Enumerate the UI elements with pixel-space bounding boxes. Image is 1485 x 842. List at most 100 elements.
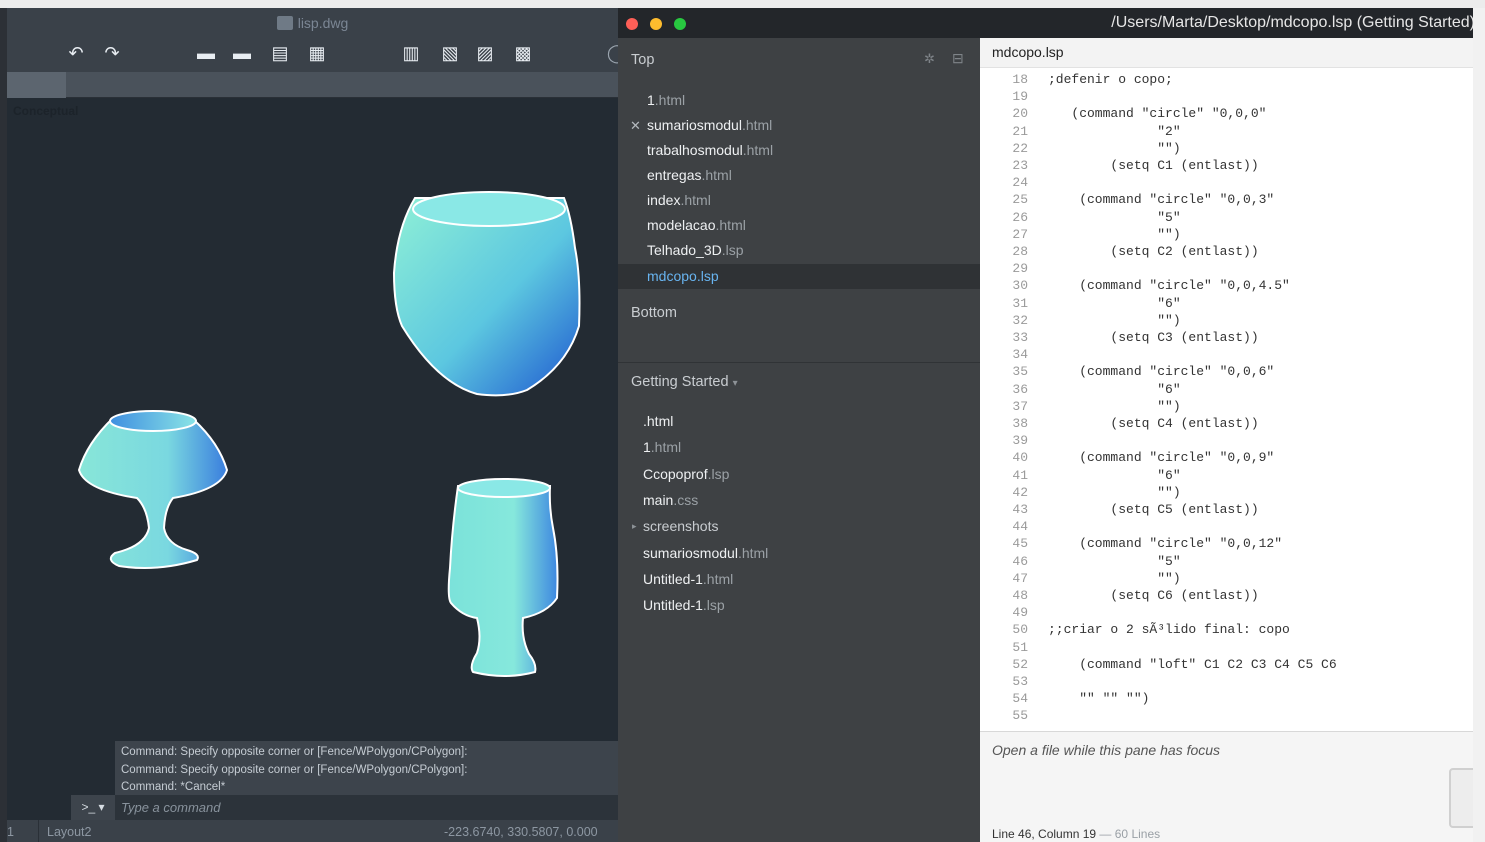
open-file-item-active[interactable]: mdcopo.lsp	[618, 264, 980, 289]
open-file-item[interactable]: Telhado_3D.lsp	[618, 238, 980, 263]
line-number: 23	[1012, 158, 1028, 173]
line-number: 19	[1012, 89, 1028, 105]
code-line: "")	[1048, 140, 1181, 156]
undo-icon[interactable]: ↶	[65, 42, 87, 64]
line-number: 27	[1012, 226, 1028, 242]
open-file-item[interactable]: index.html	[618, 188, 980, 213]
project-dropdown[interactable]: Getting Started ▾	[631, 374, 738, 390]
line-number: 36	[1012, 381, 1028, 397]
folder-name: screenshots	[643, 518, 719, 534]
close-icon[interactable]: ✕	[630, 113, 641, 138]
project-file-item[interactable]: sumariosmodul.html	[618, 541, 980, 566]
file-name: main	[643, 492, 674, 508]
line-number: 52	[1012, 656, 1028, 672]
chevron-right-icon: ▸	[632, 521, 637, 531]
open-file-item[interactable]: ✕ sumariosmodul.html	[618, 113, 980, 138]
file-name: Telhado_3D	[647, 242, 722, 258]
working-files-bottom-label: Bottom	[631, 305, 677, 321]
cad-titlebar: lisp.dwg	[7, 8, 618, 34]
command-input[interactable]: Type a command	[121, 795, 611, 820]
cad-toolbar: ↶ ↷ ▬ ▬ ▤ ▦ ▥ ▧ ▨ ▩ ◯	[7, 34, 618, 72]
line-number: 44	[1012, 519, 1028, 535]
file-name: index	[647, 192, 681, 208]
code-line: (command "circle" "0,0,4.5"	[1048, 278, 1290, 294]
redo-icon[interactable]: ↷	[101, 42, 123, 64]
file-name: trabalhosmodul	[647, 142, 743, 158]
code-area[interactable]: 18 ;defenir o copo; 19 20 (command "circle"…	[980, 71, 1473, 731]
model-viewport[interactable]: Conceptual	[7, 98, 618, 738]
file-ext: .lsp	[721, 242, 744, 258]
open-file-item[interactable]: entregas.html	[618, 163, 980, 188]
project-file-item[interactable]: 1.html	[618, 435, 980, 460]
close-window-button[interactable]	[626, 18, 638, 30]
gear-icon[interactable]: ✲	[924, 51, 935, 67]
command-history-line: Command: Specify opposite corner or [Fen…	[121, 746, 468, 758]
cad-title-text: lisp.dwg	[297, 15, 349, 31]
code-line: (setq C6 (entlast))	[1048, 588, 1259, 603]
export-icon[interactable]: ▧	[439, 42, 461, 64]
project-folder-item[interactable]: ▸ screenshots	[618, 514, 980, 539]
editor-logo-icon	[1449, 768, 1473, 828]
line-number: 25	[1012, 192, 1028, 208]
glass-shape-tall	[447, 485, 559, 677]
sidebar: Top ✲ ⊟ 1.html ✕ sumariosmodul.html traba…	[618, 38, 980, 842]
publish-web-icon[interactable]: ▩	[512, 42, 534, 64]
line-number: 47	[1012, 570, 1028, 586]
working-files-top-label: Top	[631, 52, 655, 68]
line-number: 49	[1012, 605, 1028, 621]
import-icon[interactable]: ▥	[400, 42, 422, 64]
cad-tab-start[interactable]	[7, 72, 66, 98]
share-folder-icon[interactable]: ▨	[474, 42, 496, 64]
code-line: ;defenir o copo;	[1048, 72, 1173, 87]
open-file-item[interactable]: modelacao.html	[618, 213, 980, 238]
project-file-item[interactable]: Untitled-1.lsp	[618, 593, 980, 618]
layout-tab-partial[interactable]: 1	[7, 820, 14, 842]
file-ext: .lsp	[707, 466, 730, 482]
line-number: 38	[1012, 416, 1028, 431]
file-name: .html	[643, 413, 674, 429]
open-file-item[interactable]: 1.html	[618, 88, 980, 113]
line-number: 29	[1012, 261, 1028, 277]
command-history-line: Command: Specify opposite corner or [Fen…	[121, 763, 468, 776]
code-line: (setq C3 (entlast))	[1048, 330, 1259, 345]
copy-clip-icon[interactable]: ▤	[269, 42, 291, 64]
cad-status-bar: 1 Layout2 -223.6740, 330.5807, 0.000	[7, 820, 618, 842]
file-ext: .lsp	[702, 597, 725, 613]
project-name: Getting Started	[631, 374, 729, 390]
project-file-item[interactable]: main.css	[618, 488, 980, 513]
line-number: 45	[1012, 536, 1028, 552]
line-number: 39	[1012, 433, 1028, 449]
line-number: 43	[1012, 502, 1028, 517]
search-icon[interactable]: ◯	[606, 42, 618, 64]
print-icon[interactable]: ▬	[195, 42, 217, 64]
sidebar-divider	[618, 362, 980, 363]
code-line: ;;criar o 2 sÃ³lido final: copo	[1048, 622, 1290, 638]
line-number: 48	[1012, 588, 1028, 603]
line-number: 18	[1012, 72, 1028, 87]
command-history-line: Command: *Cancel*	[121, 781, 226, 793]
split-view-icon[interactable]: ⊟	[952, 50, 964, 67]
project-file-item[interactable]: Untitled-1.html	[618, 567, 980, 592]
file-name: modelacao	[647, 217, 716, 233]
command-prompt-button[interactable]: >_ ▾	[71, 795, 115, 820]
window-edge	[0, 8, 7, 842]
code-line: "6"	[1048, 467, 1181, 483]
document-edit-icon[interactable]: ▦	[306, 42, 328, 64]
line-number: 20	[1012, 106, 1028, 122]
zoom-window-button[interactable]	[674, 18, 686, 30]
model-3d-graphics	[77, 191, 581, 677]
layout-tab[interactable]: Layout2	[38, 820, 99, 842]
code-line: "" "" "")	[1048, 691, 1150, 707]
code-line: "")	[1048, 484, 1181, 500]
code-line: "")	[1048, 312, 1181, 328]
open-file-item[interactable]: trabalhosmodul.html	[618, 138, 980, 163]
plot-icon[interactable]: ▬	[231, 42, 253, 64]
project-file-item[interactable]: .html	[618, 409, 980, 434]
coordinates-readout: -223.6740, 330.5807, 0.000	[444, 825, 598, 839]
code-line: "5"	[1048, 553, 1181, 569]
minimize-window-button[interactable]	[650, 18, 662, 30]
file-name: entregas	[647, 167, 702, 183]
project-file-item[interactable]: Ccopoprof.lsp	[618, 462, 980, 487]
file-ext: .html	[701, 167, 732, 183]
editor-tab-title[interactable]: mdcopo.lsp	[980, 38, 1473, 68]
